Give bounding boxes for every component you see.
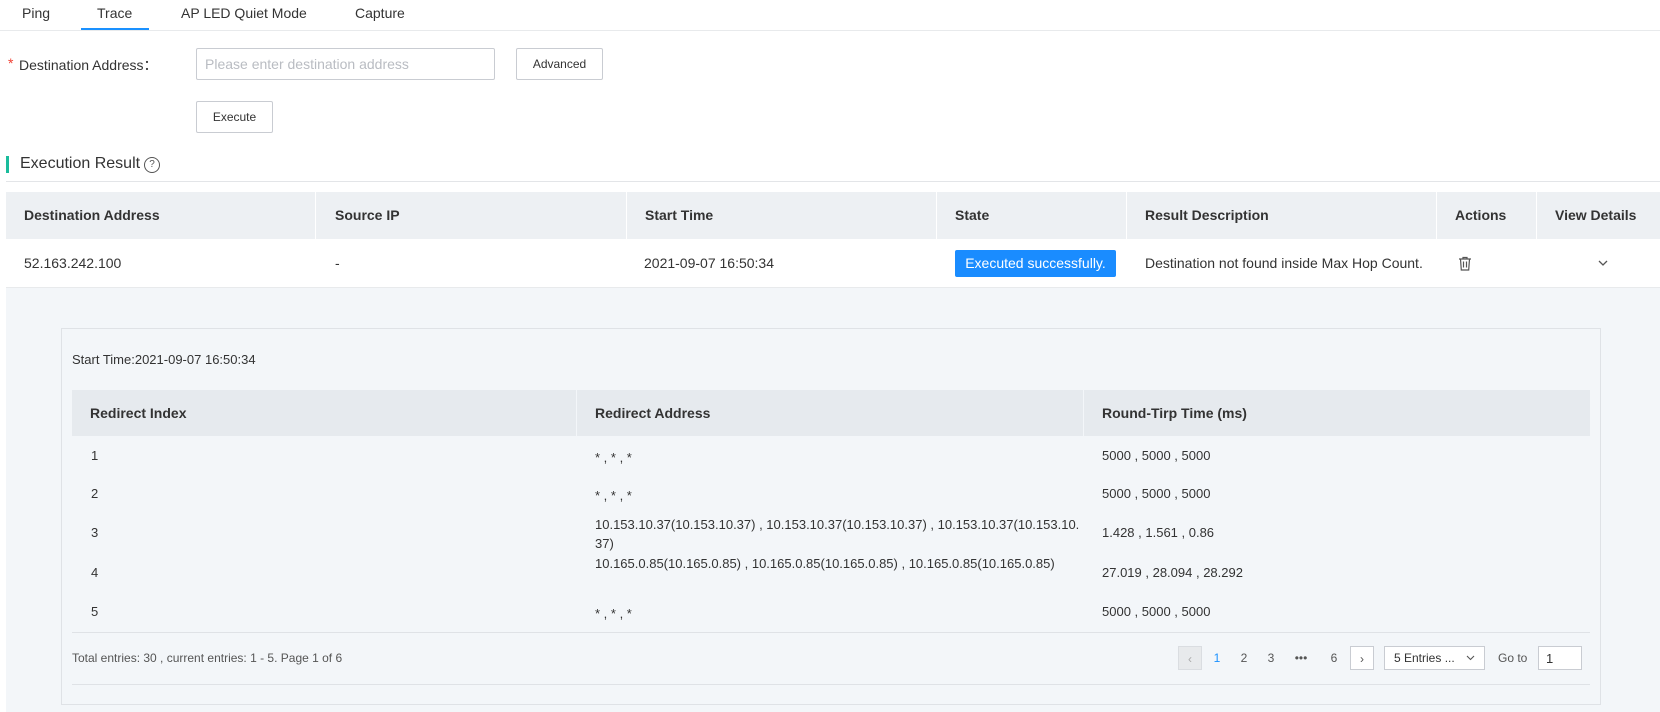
page-size-value: 5 Entries ... [1394, 651, 1455, 665]
round-trip-time-cell: 5000 , 5000 , 5000 [1102, 486, 1211, 501]
tab-capture[interactable]: Capture [355, 5, 405, 21]
footer-divider [72, 632, 1590, 633]
table-row: 5 * , * , * 5000 , 5000 , 5000 [72, 604, 1590, 622]
column-header-source-ip: Source IP [335, 207, 400, 223]
column-header-destination-address: Destination Address [24, 207, 160, 223]
page-3-button[interactable]: 3 [1261, 646, 1281, 670]
more-pages-icon[interactable]: ••• [1291, 646, 1311, 670]
column-header-actions: Actions [1455, 207, 1507, 223]
footer-divider [72, 684, 1590, 685]
column-header-round-trip-time: Round-Tirp Time (ms) [1102, 405, 1247, 421]
redirect-address-cell: * , * , * [595, 488, 632, 503]
table-row: 2 * , * , * 5000 , 5000 , 5000 [72, 486, 1590, 504]
page-6-button[interactable]: 6 [1324, 646, 1344, 670]
column-header-view-details: View Details [1555, 207, 1637, 223]
destination-address-cell: 52.163.242.100 [24, 255, 122, 271]
help-icon[interactable]: ? [144, 157, 160, 173]
redirect-index-cell: 1 [91, 448, 99, 463]
tab-ap-led-quiet-mode[interactable]: AP LED Quiet Mode [181, 5, 307, 21]
section-divider [6, 181, 1660, 182]
required-mark: * [8, 55, 14, 71]
table-row: 4 10.165.0.85(10.165.0.85) , 10.165.0.85… [72, 554, 1590, 592]
execute-button[interactable]: Execute [196, 101, 273, 133]
section-accent-bar [6, 156, 9, 173]
active-tab-indicator [81, 28, 149, 30]
round-trip-time-cell: 27.019 , 28.094 , 28.292 [1102, 565, 1243, 580]
details-start-time: Start Time:2021-09-07 16:50:34 [72, 352, 256, 367]
result-table-header: Destination Address Source IP Start Time… [6, 192, 1660, 239]
round-trip-time-cell: 5000 , 5000 , 5000 [1102, 604, 1211, 619]
status-badge: Executed successfully. [955, 250, 1116, 277]
start-time-cell: 2021-09-07 16:50:34 [644, 255, 774, 271]
redirect-table-header: Redirect Index Redirect Address Round-Ti… [72, 390, 1590, 436]
round-trip-time-cell: 1.428 , 1.561 , 0.86 [1102, 525, 1215, 540]
next-page-button[interactable]: › [1350, 646, 1374, 670]
tab-trace[interactable]: Trace [97, 5, 132, 21]
round-trip-time-cell: 5000 , 5000 , 5000 [1102, 448, 1211, 463]
redirect-index-cell: 5 [91, 604, 99, 619]
chevron-down-icon[interactable] [1597, 258, 1609, 268]
column-header-redirect-index: Redirect Index [90, 405, 187, 421]
trash-icon[interactable] [1458, 256, 1472, 271]
tab-bar: Ping Trace AP LED Quiet Mode Capture [0, 0, 1660, 31]
page-1-button[interactable]: 1 [1207, 646, 1227, 670]
redirect-index-cell: 2 [91, 486, 99, 501]
column-header-state: State [955, 207, 990, 223]
source-ip-cell: - [335, 255, 340, 271]
advanced-button[interactable]: Advanced [516, 48, 603, 80]
page-size-select[interactable]: 5 Entries ... [1384, 646, 1485, 670]
redirect-address-cell: * , * , * [595, 450, 632, 465]
redirect-address-cell: 10.165.0.85(10.165.0.85) , 10.165.0.85(1… [595, 556, 1055, 571]
table-row: 1 * , * , * 5000 , 5000 , 5000 [72, 448, 1590, 466]
go-to-page-input[interactable] [1538, 646, 1582, 670]
chevron-down-icon [1466, 655, 1475, 661]
column-header-result-description: Result Description [1145, 207, 1269, 223]
page-2-button[interactable]: 2 [1234, 646, 1254, 670]
redirect-address-cell: * , * , * [595, 606, 632, 621]
previous-page-button[interactable]: ‹ [1178, 646, 1202, 670]
execution-result-title: Execution Result [20, 155, 141, 172]
redirect-index-cell: 3 [91, 525, 99, 540]
redirect-index-cell: 4 [91, 565, 99, 580]
destination-address-input[interactable] [196, 48, 495, 80]
column-header-start-time: Start Time [645, 207, 714, 223]
column-header-redirect-address: Redirect Address [595, 405, 711, 421]
total-entries-text: Total entries: 30 , current entries: 1 -… [72, 651, 343, 665]
redirect-address-cell: 10.153.10.37(10.153.10.37) , 10.153.10.3… [595, 517, 1080, 551]
go-to-label: Go to [1498, 651, 1528, 665]
tab-ping[interactable]: Ping [22, 5, 50, 21]
table-row: 52.163.242.100 - 2021-09-07 16:50:34 Exe… [6, 239, 1660, 288]
table-row: 3 10.153.10.37(10.153.10.37) , 10.153.10… [72, 515, 1590, 553]
destination-address-label: Destination Address： [19, 57, 158, 73]
result-description-cell: Destination not found inside Max Hop Cou… [1145, 255, 1423, 271]
